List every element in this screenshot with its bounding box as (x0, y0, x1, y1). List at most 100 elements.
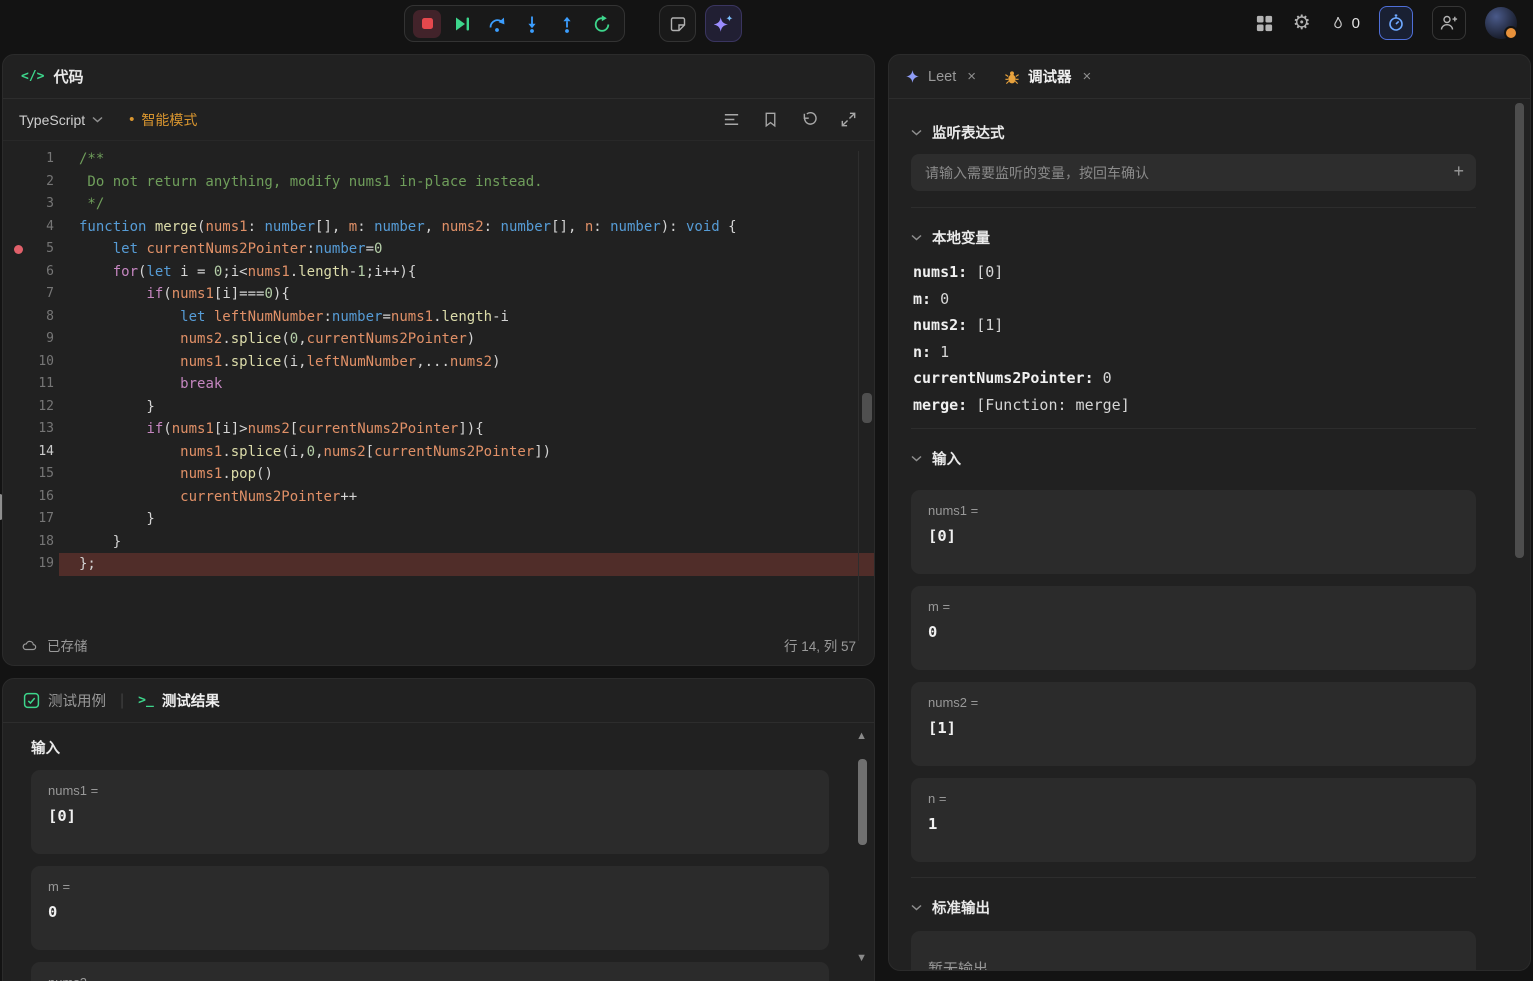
line-number-gutter[interactable]: 12 (3, 396, 59, 419)
code-text[interactable]: } (59, 396, 874, 419)
code-text[interactable]: } (59, 508, 874, 531)
bookmark-button[interactable] (761, 110, 780, 129)
code-text[interactable]: if(nums1[i]===0){ (59, 283, 874, 306)
test-input-card[interactable]: m =0 (31, 866, 829, 950)
line-number-gutter[interactable]: 15 (3, 463, 59, 486)
test-input-card[interactable]: nums1 =[0] (31, 770, 829, 854)
code-line[interactable]: 1/** (3, 148, 874, 171)
code-text[interactable]: /** (59, 148, 874, 171)
tab-leet[interactable]: Leet × (905, 68, 976, 85)
code-line[interactable]: 17 } (3, 508, 874, 531)
field-value[interactable]: 0 (48, 903, 812, 921)
code-text[interactable]: let leftNumNumber:number=nums1.length-i (59, 306, 874, 329)
stop-button[interactable] (413, 10, 441, 38)
tab-test-cases[interactable]: 测试用例 (23, 690, 106, 711)
code-line[interactable]: 10 nums1.splice(i,leftNumNumber,...nums2… (3, 351, 874, 374)
local-variable[interactable]: merge: [Function: merge] (913, 392, 1476, 419)
section-local-variables[interactable]: 本地变量 (911, 217, 1476, 257)
line-number-gutter[interactable]: 19 (3, 553, 59, 576)
line-number-gutter[interactable]: 13 (3, 418, 59, 441)
section-input[interactable]: 输入 (911, 438, 1476, 478)
tests-scroll-up-arrow[interactable]: ▲ (856, 731, 867, 742)
tests-scrollbar-thumb[interactable] (858, 759, 867, 845)
line-number-gutter[interactable]: 17 (3, 508, 59, 531)
editor-scrollbar-thumb[interactable] (862, 393, 872, 423)
ai-assistant-button[interactable] (705, 5, 742, 42)
line-number-gutter[interactable]: 5 (3, 238, 59, 261)
local-variable[interactable]: currentNums2Pointer: 0 (913, 365, 1476, 392)
reset-code-button[interactable] (800, 110, 819, 129)
user-avatar[interactable] (1485, 7, 1517, 39)
code-line[interactable]: 2 Do not return anything, modify nums1 i… (3, 171, 874, 194)
tests-scroll-down-arrow[interactable]: ▼ (856, 953, 867, 964)
line-number-gutter[interactable]: 11 (3, 373, 59, 396)
tab-test-results[interactable]: >_ 测试结果 (138, 690, 220, 711)
watch-expression-input[interactable] (911, 154, 1476, 191)
local-variable[interactable]: n: 1 (913, 339, 1476, 366)
code-text[interactable]: */ (59, 193, 874, 216)
format-code-button[interactable] (722, 110, 741, 129)
section-stdout[interactable]: 标准输出 (911, 887, 1476, 927)
field-value[interactable]: [1] (928, 719, 1459, 737)
line-number-gutter[interactable]: 9 (3, 328, 59, 351)
line-number-gutter[interactable]: 6 (3, 261, 59, 284)
line-number-gutter[interactable]: 4 (3, 216, 59, 239)
local-variable[interactable]: nums1: [0] (913, 259, 1476, 286)
field-value[interactable]: [0] (928, 527, 1459, 545)
line-number-gutter[interactable]: 14 (3, 441, 59, 464)
line-number-gutter[interactable]: 7 (3, 283, 59, 306)
local-variable[interactable]: m: 0 (913, 286, 1476, 313)
code-text[interactable]: nums1.splice(i,leftNumNumber,...nums2) (59, 351, 874, 374)
debug-input-card[interactable]: n =1 (911, 778, 1476, 862)
code-line[interactable]: 9 nums2.splice(0,currentNums2Pointer) (3, 328, 874, 351)
code-line[interactable]: 14 nums1.splice(i,0,nums2[currentNums2Po… (3, 441, 874, 464)
code-text[interactable]: break (59, 373, 874, 396)
smart-mode-toggle[interactable]: • 智能模式 (129, 110, 197, 130)
language-selector[interactable]: TypeScript (19, 112, 103, 128)
code-line[interactable]: 6 for(let i = 0;i<nums1.length-1;i++){ (3, 261, 874, 284)
debug-input-card[interactable]: m =0 (911, 586, 1476, 670)
code-text[interactable]: Do not return anything, modify nums1 in-… (59, 171, 874, 194)
line-number-gutter[interactable]: 18 (3, 531, 59, 554)
notes-button[interactable] (659, 5, 696, 42)
code-text[interactable]: } (59, 531, 874, 554)
code-line[interactable]: 4function merge(nums1: number[], m: numb… (3, 216, 874, 239)
debug-input-card[interactable]: nums2 =[1] (911, 682, 1476, 766)
code-line[interactable]: 3 */ (3, 193, 874, 216)
code-text[interactable]: for(let i = 0;i<nums1.length-1;i++){ (59, 261, 874, 284)
settings-button[interactable]: ⚙ (1293, 13, 1311, 33)
line-number-gutter[interactable]: 3 (3, 193, 59, 216)
code-text[interactable]: currentNums2Pointer++ (59, 486, 874, 509)
line-number-gutter[interactable]: 10 (3, 351, 59, 374)
line-number-gutter[interactable]: 1 (3, 148, 59, 171)
code-text[interactable]: nums1.splice(i,0,nums2[currentNums2Point… (59, 441, 874, 464)
section-watch-expressions[interactable]: 监听表达式 (911, 112, 1476, 152)
test-input-card[interactable]: nums2 =[1] (31, 962, 829, 981)
continue-button[interactable] (448, 10, 476, 38)
field-value[interactable]: 1 (928, 815, 1459, 833)
code-text[interactable]: function merge(nums1: number[], m: numbe… (59, 216, 874, 239)
step-out-button[interactable] (553, 10, 581, 38)
restart-button[interactable] (588, 10, 616, 38)
add-watch-button[interactable]: + (1453, 161, 1464, 182)
code-text[interactable]: nums2.splice(0,currentNums2Pointer) (59, 328, 874, 351)
tab-debugger-close-icon[interactable]: × (1083, 68, 1092, 85)
code-lines[interactable]: 1/**2 Do not return anything, modify num… (3, 141, 874, 576)
step-over-button[interactable] (483, 10, 511, 38)
tab-leet-close-icon[interactable]: × (967, 68, 976, 85)
field-value[interactable]: [0] (48, 807, 812, 825)
debug-input-card[interactable]: nums1 =[0] (911, 490, 1476, 574)
code-text[interactable]: let currentNums2Pointer:number=0 (59, 238, 874, 261)
code-line[interactable]: 7 if(nums1[i]===0){ (3, 283, 874, 306)
line-number-gutter[interactable]: 16 (3, 486, 59, 509)
code-text[interactable]: nums1.pop() (59, 463, 874, 486)
code-line[interactable]: 11 break (3, 373, 874, 396)
field-value[interactable]: 0 (928, 623, 1459, 641)
tab-debugger[interactable]: 调试器 × (1004, 66, 1091, 87)
code-text[interactable]: if(nums1[i]>nums2[currentNums2Pointer]){ (59, 418, 874, 441)
code-text[interactable]: }; (59, 553, 874, 576)
local-variable[interactable]: nums2: [1] (913, 312, 1476, 339)
code-line[interactable]: 8 let leftNumNumber:number=nums1.length-… (3, 306, 874, 329)
line-number-gutter[interactable]: 2 (3, 171, 59, 194)
invite-user-button[interactable] (1432, 6, 1466, 40)
